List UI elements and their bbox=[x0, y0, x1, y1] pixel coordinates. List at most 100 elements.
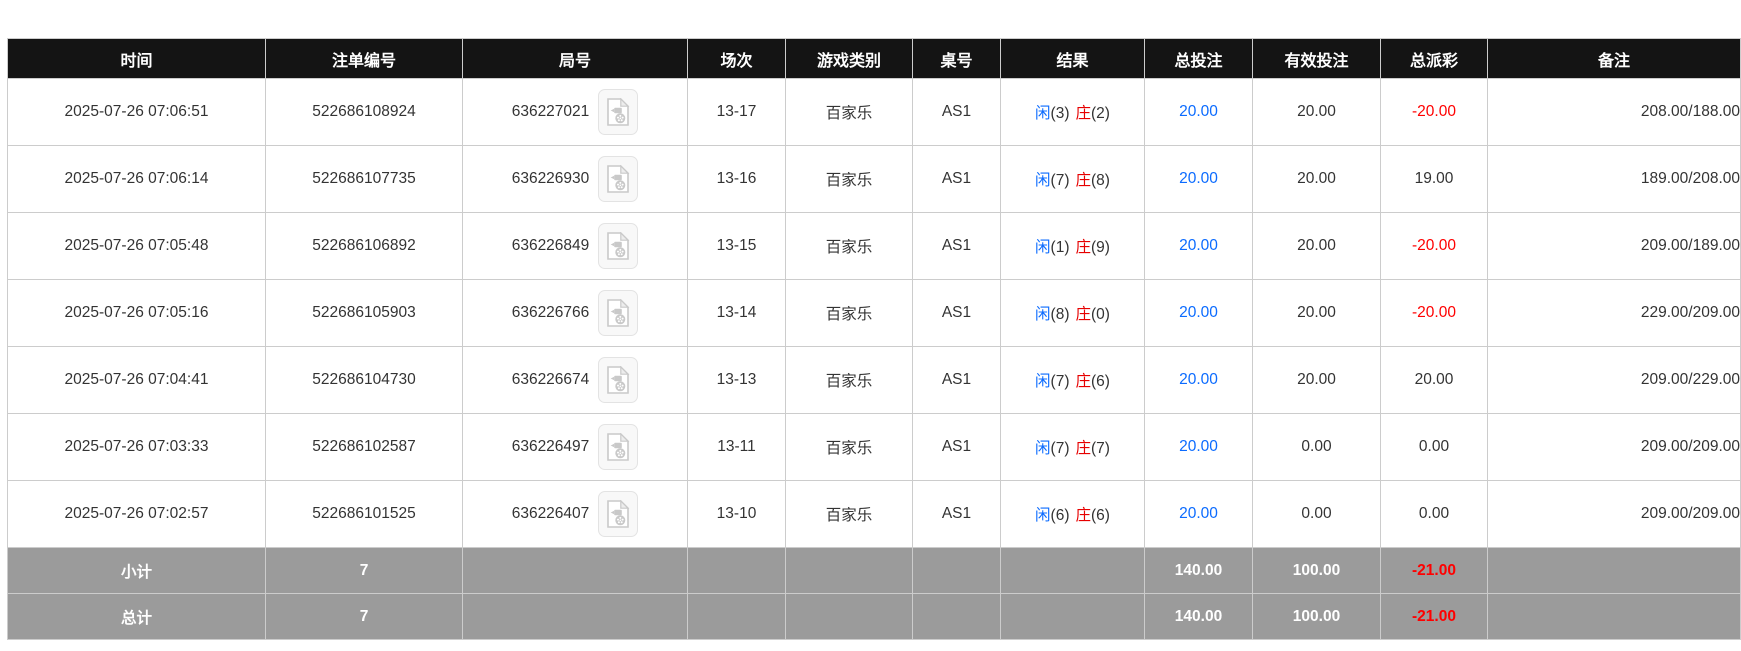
cell-remark: 208.00/188.00 bbox=[1488, 79, 1741, 146]
cell-remark: 189.00/208.00 bbox=[1488, 146, 1741, 213]
column-header-session: 场次 bbox=[688, 39, 786, 79]
cell-round-id: 636226497 bbox=[463, 414, 688, 481]
result-player-num: (6) bbox=[1051, 507, 1070, 524]
cell-table-no: AS1 bbox=[913, 347, 1001, 414]
cell-valid-bet: 0.00 bbox=[1253, 481, 1381, 548]
column-header-time: 时间 bbox=[8, 39, 266, 79]
column-header-remark: 备注 bbox=[1488, 39, 1741, 79]
video-replay-button[interactable] bbox=[598, 156, 638, 202]
footer-label: 总计 bbox=[8, 594, 266, 640]
video-file-icon bbox=[606, 366, 630, 394]
cell-valid-bet: 0.00 bbox=[1253, 414, 1381, 481]
grand-total-row: 总计7140.00100.00-21.00 bbox=[8, 594, 1741, 640]
cell-total-bet: 20.00 bbox=[1145, 79, 1253, 146]
cell-bet-id: 522686106892 bbox=[266, 213, 463, 280]
cell-total-payout: -20.00 bbox=[1381, 213, 1488, 280]
footer-empty-session bbox=[688, 594, 786, 640]
cell-result: 闲(3)庄(2) bbox=[1001, 79, 1145, 146]
bet-records-table: 时间注单编号局号场次游戏类别桌号结果总投注有效投注总派彩备注 2025-07-2… bbox=[7, 38, 1741, 640]
cell-session: 13-17 bbox=[688, 79, 786, 146]
result-player-label: 闲 bbox=[1035, 507, 1051, 524]
result-player-num: (7) bbox=[1051, 172, 1070, 189]
table-row: 2025-07-26 07:03:33522686102587636226497… bbox=[8, 414, 1741, 481]
cell-game-type: 百家乐 bbox=[786, 414, 913, 481]
cell-total-payout: 20.00 bbox=[1381, 347, 1488, 414]
footer-total-payout: -21.00 bbox=[1381, 594, 1488, 640]
round-id-text: 636226930 bbox=[512, 170, 590, 188]
footer-empty-result bbox=[1001, 548, 1145, 594]
cell-table-no: AS1 bbox=[913, 414, 1001, 481]
cell-bet-id: 522686105903 bbox=[266, 280, 463, 347]
result-banker-num: (6) bbox=[1091, 507, 1110, 524]
cell-total-payout: 0.00 bbox=[1381, 481, 1488, 548]
video-replay-button[interactable] bbox=[598, 491, 638, 537]
table-header-row: 时间注单编号局号场次游戏类别桌号结果总投注有效投注总派彩备注 bbox=[8, 39, 1741, 79]
column-header-result: 结果 bbox=[1001, 39, 1145, 79]
footer-label: 小计 bbox=[8, 548, 266, 594]
cell-bet-id: 522686108924 bbox=[266, 79, 463, 146]
footer-total-bet: 140.00 bbox=[1145, 594, 1253, 640]
cell-time: 2025-07-26 07:06:51 bbox=[8, 79, 266, 146]
round-id-wrap: 636226766 bbox=[512, 290, 639, 336]
cell-game-type: 百家乐 bbox=[786, 146, 913, 213]
table-row: 2025-07-26 07:05:16522686105903636226766… bbox=[8, 280, 1741, 347]
footer-empty-remark bbox=[1488, 548, 1741, 594]
cell-game-type: 百家乐 bbox=[786, 481, 913, 548]
video-file-icon bbox=[606, 165, 630, 193]
cell-round-id: 636226766 bbox=[463, 280, 688, 347]
cell-session: 13-15 bbox=[688, 213, 786, 280]
cell-time: 2025-07-26 07:05:48 bbox=[8, 213, 266, 280]
table-row: 2025-07-26 07:06:51522686108924 636227021… bbox=[8, 79, 1741, 146]
round-id-text: 636226407 bbox=[512, 505, 590, 523]
table-row: 2025-07-26 07:06:14522686107735636226930… bbox=[8, 146, 1741, 213]
cell-total-payout: 19.00 bbox=[1381, 146, 1488, 213]
result-player-label: 闲 bbox=[1035, 172, 1051, 189]
cell-table-no: AS1 bbox=[913, 79, 1001, 146]
result-banker-label: 庄 bbox=[1076, 440, 1092, 457]
table-row: 2025-07-26 07:02:57522686101525636226407… bbox=[8, 481, 1741, 548]
result-banker-label: 庄 bbox=[1076, 507, 1092, 524]
cell-session: 13-10 bbox=[688, 481, 786, 548]
cell-round-id: 636227021 bbox=[463, 79, 688, 146]
round-id-wrap: 636226674 bbox=[512, 357, 639, 403]
footer-empty-remark bbox=[1488, 594, 1741, 640]
result-banker-label: 庄 bbox=[1076, 239, 1092, 256]
result-player-num: (7) bbox=[1051, 373, 1070, 390]
cell-time: 2025-07-26 07:03:33 bbox=[8, 414, 266, 481]
cell-total-payout: 0.00 bbox=[1381, 414, 1488, 481]
result-banker-label: 庄 bbox=[1076, 373, 1092, 390]
result-player-label: 闲 bbox=[1035, 440, 1051, 457]
video-file-icon bbox=[606, 433, 630, 461]
result-player-num: (1) bbox=[1051, 239, 1070, 256]
result-player-num: (3) bbox=[1051, 105, 1070, 122]
video-replay-button[interactable] bbox=[598, 223, 638, 269]
cell-valid-bet: 20.00 bbox=[1253, 280, 1381, 347]
cell-table-no: AS1 bbox=[913, 213, 1001, 280]
cell-table-no: AS1 bbox=[913, 481, 1001, 548]
footer-empty-session bbox=[688, 548, 786, 594]
cell-time: 2025-07-26 07:04:41 bbox=[8, 347, 266, 414]
result-player-num: (8) bbox=[1051, 306, 1070, 323]
cell-time: 2025-07-26 07:02:57 bbox=[8, 481, 266, 548]
result-banker-label: 庄 bbox=[1076, 306, 1092, 323]
footer-count: 7 bbox=[266, 594, 463, 640]
result-banker-num: (9) bbox=[1091, 239, 1110, 256]
footer-empty-result bbox=[1001, 594, 1145, 640]
video-replay-button[interactable] bbox=[598, 290, 638, 336]
cell-session: 13-14 bbox=[688, 280, 786, 347]
footer-count: 7 bbox=[266, 548, 463, 594]
video-replay-button[interactable] bbox=[598, 89, 638, 135]
cell-round-id: 636226407 bbox=[463, 481, 688, 548]
video-replay-button[interactable] bbox=[598, 424, 638, 470]
round-id-wrap: 636227021 bbox=[512, 89, 639, 135]
column-header-table_no: 桌号 bbox=[913, 39, 1001, 79]
result-player-label: 闲 bbox=[1035, 239, 1051, 256]
round-id-text: 636227021 bbox=[512, 103, 590, 121]
cell-round-id: 636226930 bbox=[463, 146, 688, 213]
footer-valid-bet: 100.00 bbox=[1253, 548, 1381, 594]
video-replay-button[interactable] bbox=[598, 357, 638, 403]
cell-game-type: 百家乐 bbox=[786, 213, 913, 280]
column-header-round_id: 局号 bbox=[463, 39, 688, 79]
table-row: 2025-07-26 07:05:48522686106892636226849… bbox=[8, 213, 1741, 280]
footer-empty-table bbox=[913, 548, 1001, 594]
